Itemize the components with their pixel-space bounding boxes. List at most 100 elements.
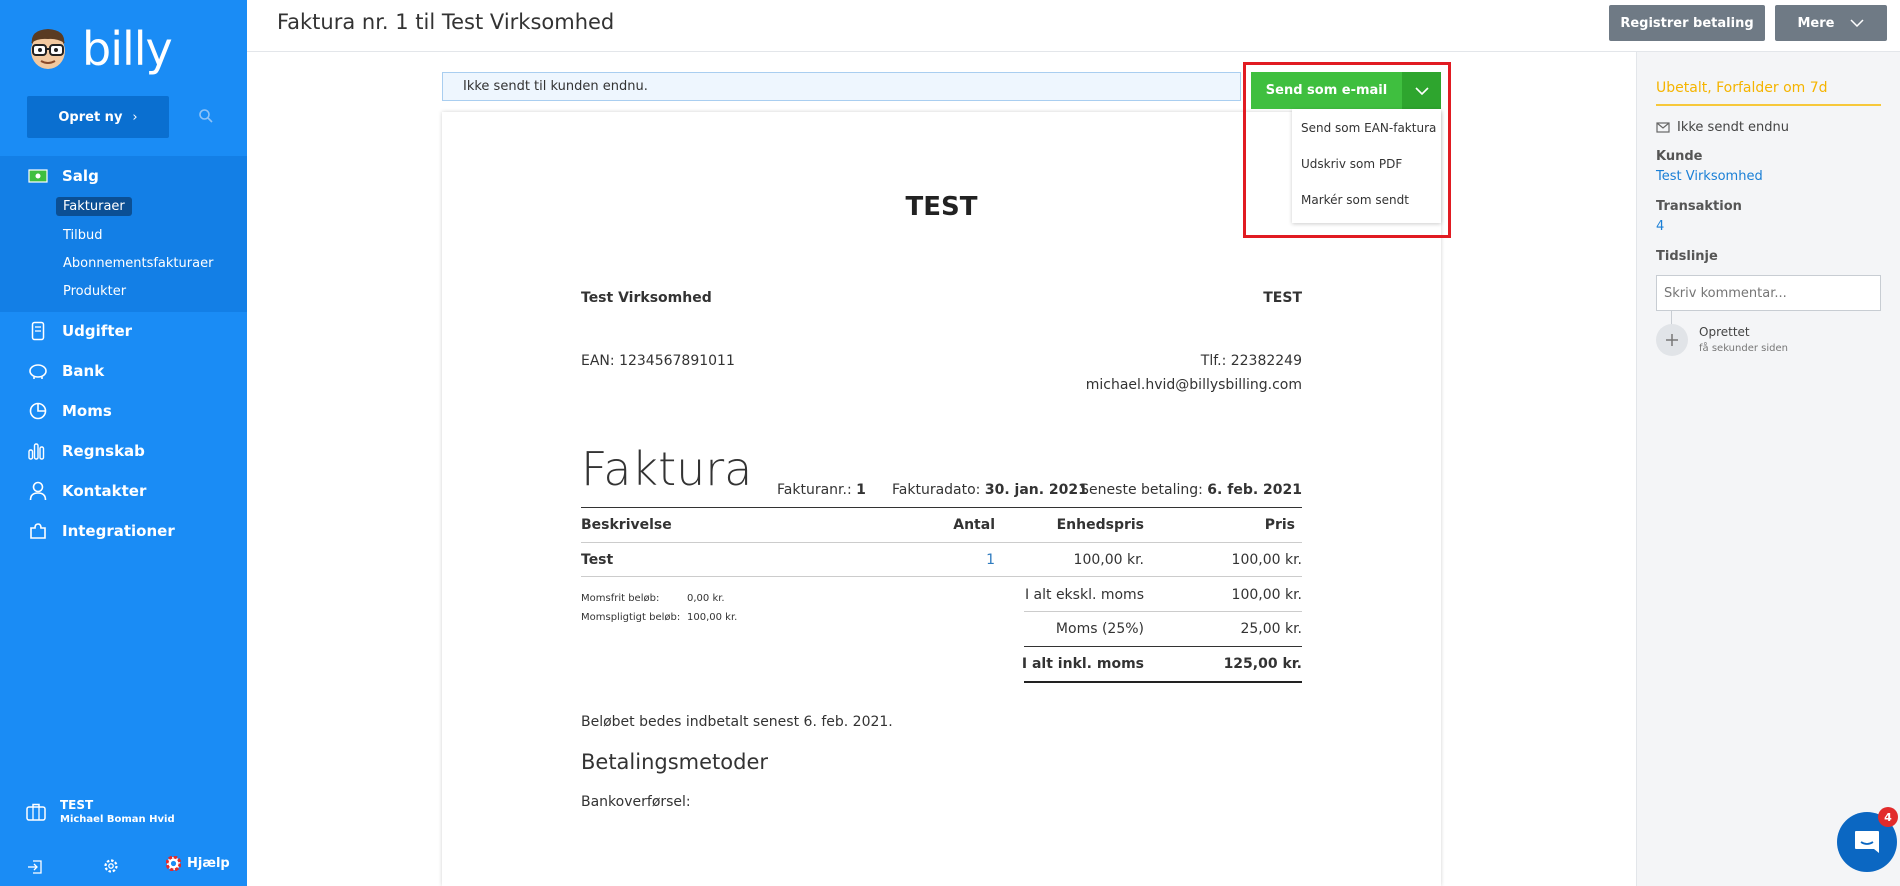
customer-label: Kunde bbox=[1656, 149, 1703, 164]
sidebar-footer: Hjælp bbox=[0, 855, 247, 879]
invoice-due: Seneste betaling: 6. feb. 2021 bbox=[1080, 482, 1302, 498]
nav-label: Kontakter bbox=[62, 482, 147, 500]
more-button[interactable]: Mere bbox=[1775, 5, 1887, 41]
payment-methods-heading: Betalingsmetoder bbox=[581, 750, 769, 774]
brand-name: billy bbox=[82, 22, 173, 76]
sidebar-item-fakturaer[interactable]: Fakturaer bbox=[56, 197, 132, 216]
billy-face-icon bbox=[26, 26, 70, 72]
status-underline bbox=[1656, 104, 1881, 106]
receipt-icon bbox=[28, 321, 48, 341]
subtotal-value: 100,00 kr. bbox=[1231, 587, 1302, 603]
bank-transfer-label: Bankoverførsel: bbox=[581, 794, 691, 810]
nav-label: Integrationer bbox=[62, 522, 175, 540]
seller-email: michael.hvid@billysbilling.com bbox=[1085, 377, 1302, 393]
menu-item-mark-sent[interactable]: Markér som sendt bbox=[1301, 193, 1409, 207]
nav-label: Bank bbox=[62, 362, 105, 380]
chat-badge: 4 bbox=[1878, 807, 1898, 827]
create-new-button[interactable]: Opret ny › bbox=[27, 96, 169, 138]
nav-item-regnskab[interactable]: Regnskab bbox=[28, 441, 145, 461]
invoice-due-label: Seneste betaling: bbox=[1080, 482, 1203, 498]
user-name: Michael Boman Hvid bbox=[60, 814, 175, 825]
lifebuoy-icon bbox=[166, 856, 181, 871]
send-options-toggle[interactable] bbox=[1402, 72, 1441, 109]
line-unit-price: 100,00 kr. bbox=[1073, 552, 1144, 568]
vat-label: Moms (25%) bbox=[1055, 621, 1144, 637]
puzzle-icon bbox=[28, 521, 48, 541]
subtotal-rule bbox=[1024, 611, 1302, 612]
pie-chart-icon bbox=[28, 401, 48, 421]
invoice-company-title: TEST bbox=[905, 192, 978, 222]
nav-item-kontakter[interactable]: Kontakter bbox=[28, 481, 146, 501]
gear-icon[interactable] bbox=[103, 858, 119, 878]
envelope-icon bbox=[1656, 122, 1670, 133]
search-icon[interactable] bbox=[198, 108, 214, 128]
invoice-number-label: Fakturanr.: bbox=[777, 482, 852, 498]
invoice-heading: Faktura bbox=[581, 442, 753, 496]
table-line-rule bbox=[581, 576, 1302, 577]
briefcase-icon bbox=[26, 803, 46, 821]
logo[interactable]: billy bbox=[26, 22, 173, 76]
chevron-right-icon: › bbox=[132, 109, 138, 125]
subtotal-label: I alt ekskl. moms bbox=[1024, 587, 1144, 603]
bar-chart-icon bbox=[28, 441, 48, 461]
transaction-link[interactable]: 4 bbox=[1656, 219, 1664, 234]
register-payment-button[interactable]: Registrer betaling bbox=[1609, 5, 1765, 41]
nav-item-bank[interactable]: Bank bbox=[28, 361, 104, 381]
column-quantity: Antal bbox=[953, 517, 995, 533]
seller-phone: Tlf.: 22382249 bbox=[1200, 353, 1302, 369]
invoice-date-label: Fakturadato: bbox=[892, 482, 981, 498]
person-icon bbox=[28, 481, 48, 501]
help-label: Hjælp bbox=[187, 856, 230, 871]
nav-item-integrationer[interactable]: Integrationer bbox=[28, 521, 175, 541]
sent-status: Ikke sendt endnu bbox=[1656, 120, 1789, 135]
column-price: Pris bbox=[1264, 517, 1295, 533]
vat-taxable-label: Momspligtigt beløb: bbox=[581, 612, 681, 623]
invoice-number: Fakturanr.: 1 bbox=[777, 482, 866, 498]
timeline-event-time: få sekunder siden bbox=[1699, 343, 1788, 354]
sidebar-item-tilbud[interactable]: Tilbud bbox=[56, 226, 110, 245]
organization-name: TEST bbox=[60, 798, 94, 812]
line-price: 100,00 kr. bbox=[1231, 552, 1302, 568]
total-bottom-rule bbox=[1024, 681, 1302, 683]
transaction-label: Transaktion bbox=[1656, 199, 1742, 214]
top-bar: Faktura nr. 1 til Test Virksomhed Regist… bbox=[247, 0, 1900, 52]
nav-label: Moms bbox=[62, 402, 112, 420]
nav-item-salg[interactable]: Salg bbox=[28, 166, 99, 186]
plus-icon bbox=[1656, 324, 1688, 356]
not-sent-notice: Ikke sendt til kunden endnu. bbox=[442, 72, 1241, 101]
menu-item-send-ean[interactable]: Send som EAN-faktura bbox=[1301, 121, 1436, 135]
piggy-bank-icon bbox=[28, 361, 48, 381]
customer-link[interactable]: Test Virksomhed bbox=[1656, 169, 1763, 184]
vat-value: 25,00 kr. bbox=[1240, 621, 1302, 637]
nav-label: Regnskab bbox=[62, 442, 145, 460]
customer-ean: EAN: 1234567891011 bbox=[581, 353, 735, 369]
send-options-menu: Send som EAN-faktura Udskriv som PDF Mar… bbox=[1292, 109, 1441, 223]
invoice-date: Fakturadato: 30. jan. 2021 bbox=[892, 482, 1088, 498]
chat-icon bbox=[1853, 829, 1881, 855]
timeline-event: Oprettet bbox=[1699, 325, 1750, 339]
payment-note: Beløbet bedes indbetalt senest 6. feb. 2… bbox=[581, 714, 893, 730]
sent-status-label: Ikke sendt endnu bbox=[1677, 120, 1790, 135]
invoice-number-value: 1 bbox=[856, 482, 866, 498]
line-description: Test bbox=[581, 552, 614, 568]
send-email-button[interactable]: Send som e-mail bbox=[1251, 72, 1402, 109]
nav-item-moms[interactable]: Moms bbox=[28, 401, 112, 421]
menu-item-print-pdf[interactable]: Udskriv som PDF bbox=[1301, 157, 1402, 171]
vat-taxable-value: 100,00 kr. bbox=[687, 612, 738, 623]
logout-icon[interactable] bbox=[27, 859, 43, 878]
total-label: I alt inkl. moms bbox=[1021, 656, 1144, 672]
sidebar-item-abonnementsfakturaer[interactable]: Abonnementsfakturaer bbox=[56, 254, 220, 273]
organization-switcher[interactable]: TEST Michael Boman Hvid bbox=[26, 798, 175, 825]
sidebar-item-produkter[interactable]: Produkter bbox=[56, 282, 133, 301]
create-new-label: Opret ny bbox=[58, 109, 123, 125]
nav-label: Salg bbox=[62, 167, 99, 185]
help-button[interactable]: Hjælp bbox=[166, 856, 230, 871]
nav-item-udgifter[interactable]: Udgifter bbox=[28, 321, 132, 341]
timeline-label: Tidslinje bbox=[1656, 249, 1718, 264]
vat-exempt-label: Momsfrit beløb: bbox=[581, 593, 660, 604]
invoice-date-value: 30. jan. 2021 bbox=[984, 482, 1088, 498]
column-unit-price: Enhedspris bbox=[1056, 517, 1144, 533]
comment-input[interactable] bbox=[1656, 275, 1881, 311]
total-value: 125,00 kr. bbox=[1223, 656, 1302, 672]
page-title: Faktura nr. 1 til Test Virksomhed bbox=[277, 10, 615, 34]
